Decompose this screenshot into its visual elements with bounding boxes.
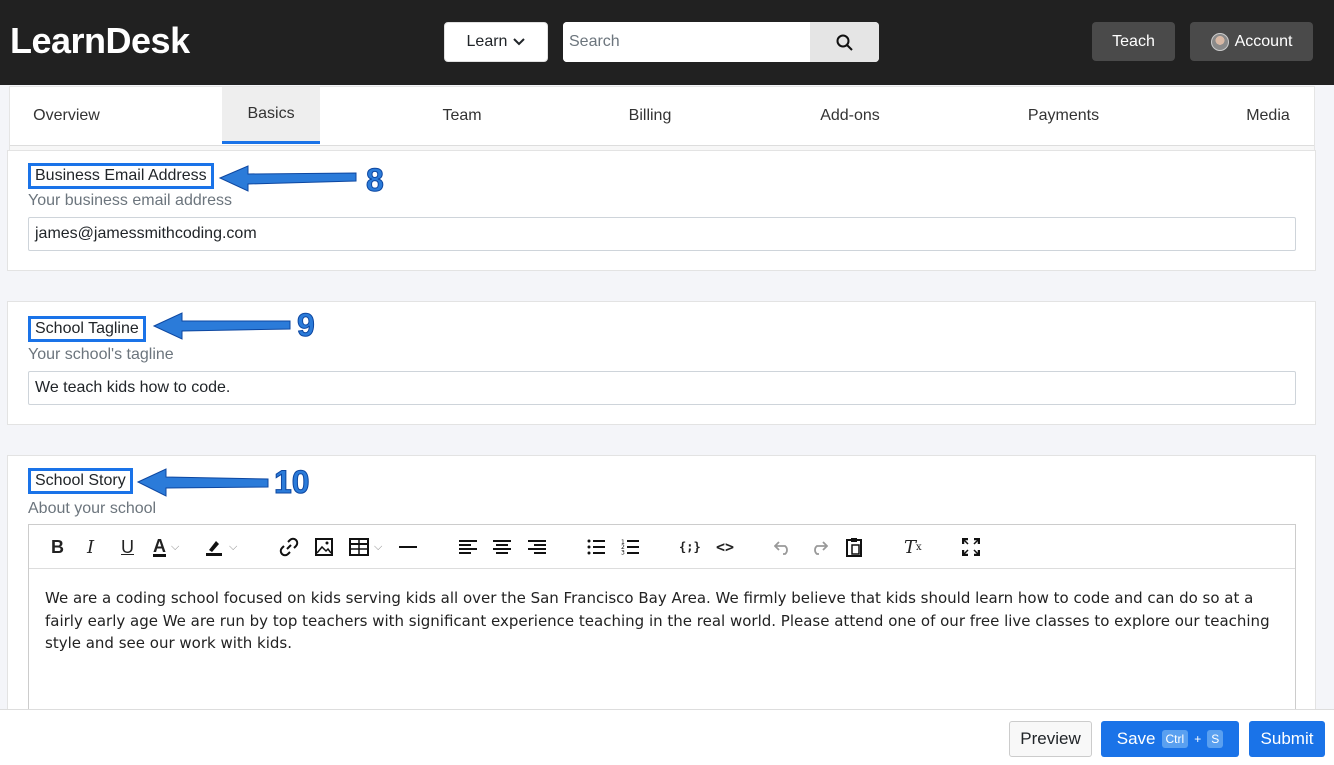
arrow-9 — [152, 312, 291, 340]
arrow-10 — [136, 468, 269, 497]
ctrl-key-badge: Ctrl — [1161, 730, 1189, 748]
annotation-number-8: 8 — [366, 162, 385, 199]
save-button[interactable]: Save Ctrl + S — [1101, 721, 1239, 757]
annotation-arrows — [136, 165, 357, 497]
preview-button[interactable]: Preview — [1009, 721, 1092, 757]
s-key-badge: S — [1207, 730, 1224, 748]
plus-sign: + — [1194, 732, 1202, 746]
save-label: Save — [1116, 729, 1156, 748]
action-footer: Preview Save Ctrl + S Submit — [0, 709, 1334, 765]
arrow-8 — [218, 165, 357, 192]
submit-button[interactable]: Submit — [1249, 721, 1325, 757]
annotation-number-9: 9 — [297, 307, 316, 344]
annotation-number-10: 10 — [274, 464, 311, 501]
